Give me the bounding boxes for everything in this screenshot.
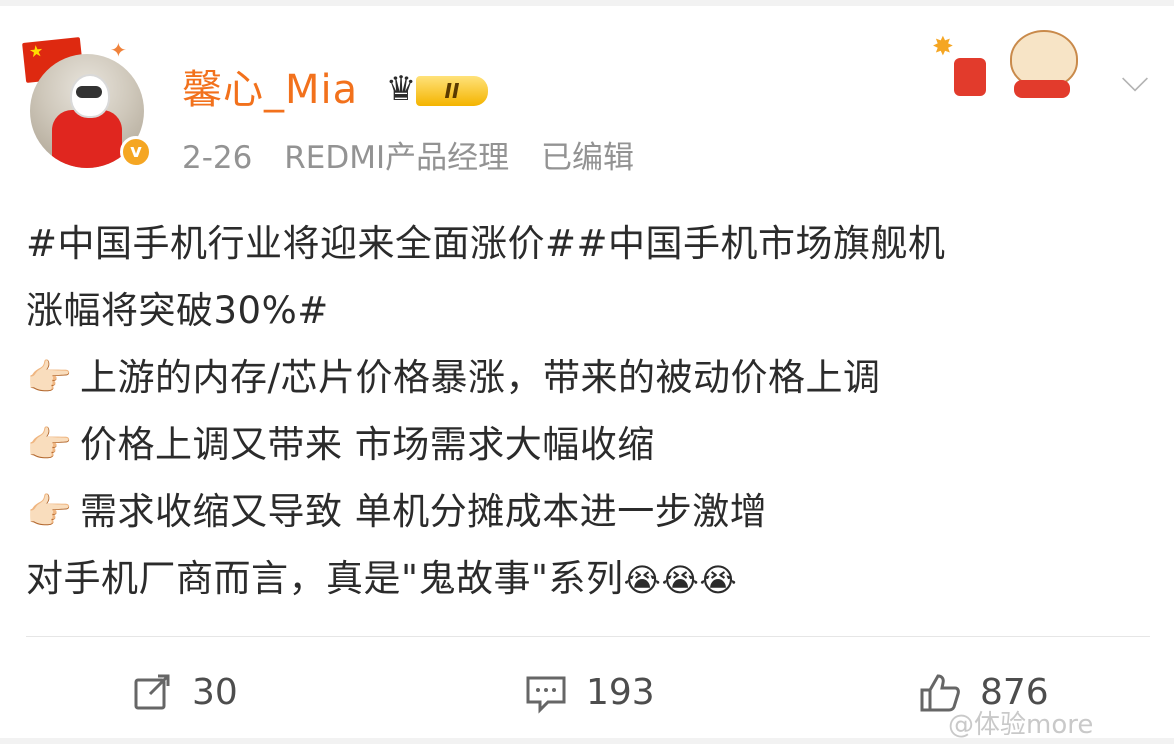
author-avatar-group[interactable]: ★ ✦ v: [22, 37, 154, 178]
post-meta: 2-26 REDMI产品经理 已编辑: [182, 136, 656, 180]
chevron-down-icon[interactable]: ⌵: [1112, 60, 1158, 100]
author-name[interactable]: 馨心_Mia: [182, 64, 358, 116]
hashtag-line[interactable]: #中国手机行业将迎来全面涨价##中国手机市场旗舰机: [26, 210, 1146, 277]
closing-text: 对手机厂商而言，真是"鬼故事"系列: [26, 557, 624, 600]
edited-label[interactable]: 已编辑: [541, 140, 634, 176]
bullet-line: 👉🏻 上游的内存/芯片价格暴涨，带来的被动价格上调: [26, 344, 1146, 411]
comment-count: 193: [586, 671, 655, 713]
divider: [26, 636, 1150, 637]
post-content: #中国手机行业将迎来全面涨价##中国手机市场旗舰机 涨幅将突破30%# 👉🏻 上游…: [26, 210, 1146, 614]
pointing-hand-icon: 👉🏻: [26, 423, 73, 466]
pointing-hand-icon: 👉🏻: [26, 356, 73, 399]
repost-button[interactable]: 30: [130, 662, 238, 722]
level-plate: II: [416, 76, 488, 106]
crying-face-icon: 😭😭😭: [623, 561, 738, 599]
closing-line: 对手机厂商而言，真是"鬼故事"系列😭😭😭: [26, 545, 1146, 614]
weibo-post-card: ★ ✦ v 馨心_Mia ♛ II 2-26 REDMI产品经理 已编辑 ✸ ⌵…: [0, 6, 1174, 740]
repost-count: 30: [192, 671, 238, 713]
comment-button[interactable]: 193: [524, 662, 655, 722]
bullet-line: 👉🏻 需求收缩又导致 单机分摊成本进一步激增: [26, 478, 1146, 545]
hashtag-line[interactable]: 涨幅将突破30%#: [26, 277, 1146, 344]
dog-sticker-icon: [1006, 28, 1080, 106]
pointing-hand-icon: 👉🏻: [26, 490, 73, 533]
firecracker-sticker-icon: ✸: [926, 32, 996, 102]
bullet-text: 价格上调又带来 市场需求大幅收缩: [80, 423, 655, 466]
bullet-text: 上游的内存/芯片价格暴涨，带来的被动价格上调: [80, 356, 881, 399]
verified-badge-icon: v: [120, 136, 152, 168]
repost-icon: [130, 670, 174, 714]
author-title: REDMI产品经理: [284, 140, 510, 176]
bullet-text: 需求收缩又导致 单机分摊成本进一步激增: [80, 490, 768, 533]
comment-icon: [524, 670, 568, 714]
post-date: 2-26: [182, 140, 253, 176]
member-level-badge[interactable]: ♛ II: [380, 70, 494, 110]
watermark: @体验more: [948, 710, 1094, 740]
decoration-icon: ✦: [110, 38, 127, 62]
bullet-line: 👉🏻 价格上调又带来 市场需求大幅收缩: [26, 411, 1146, 478]
